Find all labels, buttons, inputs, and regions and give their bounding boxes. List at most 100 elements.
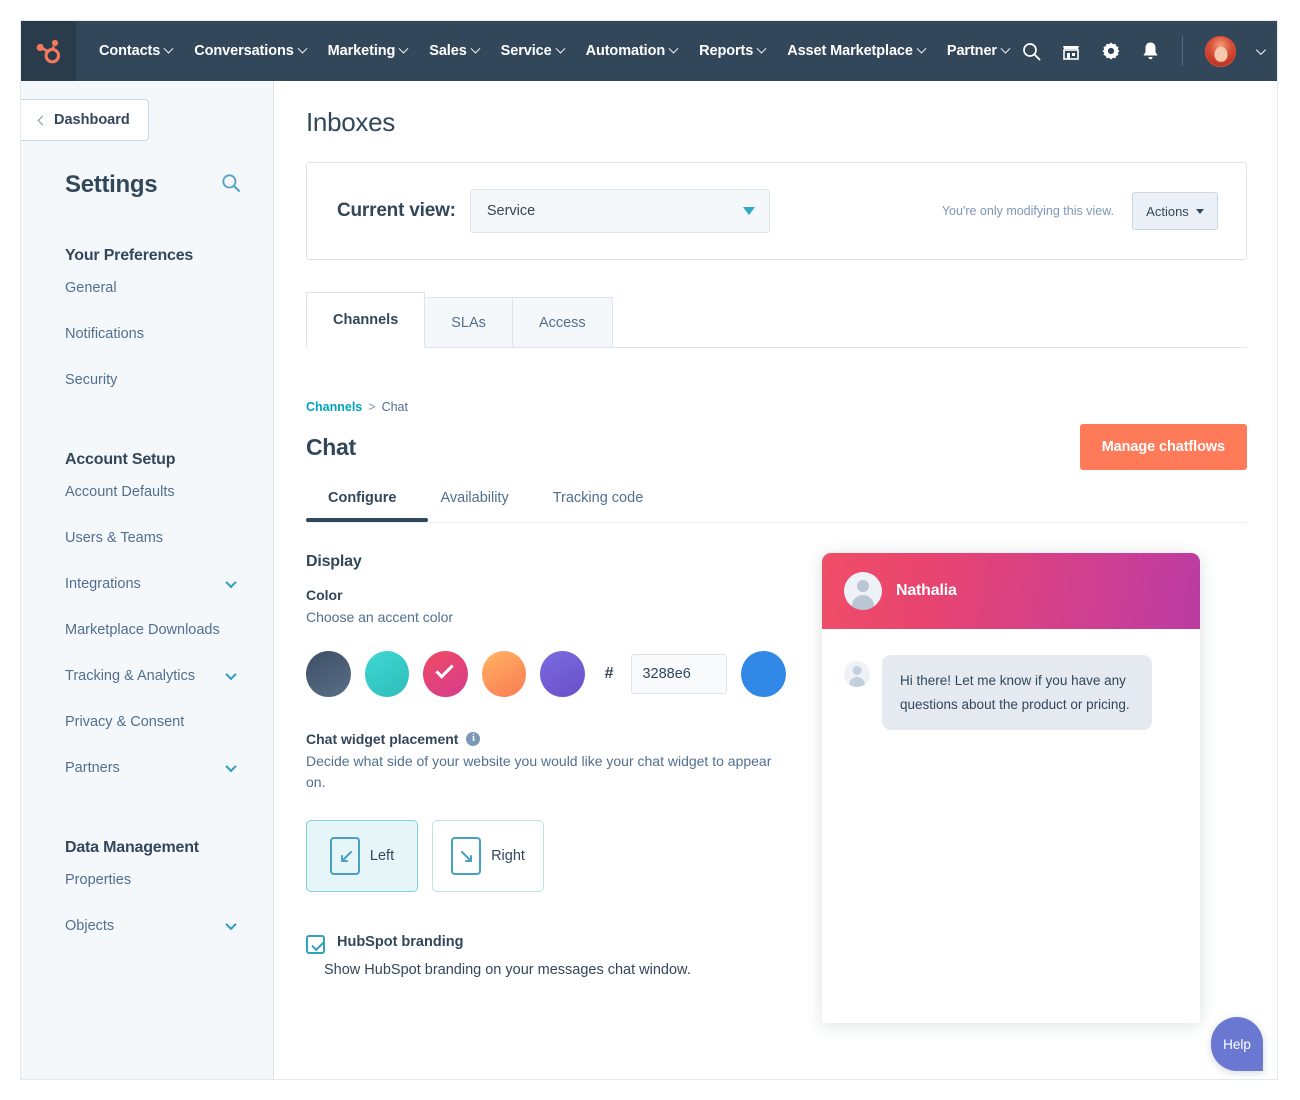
hubspot-branding-description: Show HubSpot branding on your messages c… xyxy=(324,962,786,978)
actions-button[interactable]: Actions xyxy=(1132,192,1218,230)
settings-sidebar: Dashboard Settings Your Preferences Gene… xyxy=(21,81,274,1080)
sidebar-item-general[interactable]: General xyxy=(21,265,273,311)
chat-widget-preview: Nathalia Hi there! Let me know if you ha… xyxy=(822,553,1200,1023)
hex-color-input[interactable] xyxy=(631,654,727,694)
active-tab-underline xyxy=(306,518,428,522)
help-button[interactable]: Help xyxy=(1211,1017,1263,1071)
chevron-down-icon xyxy=(225,919,236,930)
chat-preview-column: Nathalia Hi there! Let me know if you ha… xyxy=(786,553,1247,1023)
marketplace-icon[interactable] xyxy=(1061,41,1081,61)
chevron-down-icon xyxy=(225,761,236,772)
inbox-tabs: Channels SLAs Access xyxy=(306,292,1247,348)
sidebar-item-security[interactable]: Security xyxy=(21,357,273,403)
nav-item-service[interactable]: Service xyxy=(490,43,575,59)
hubspot-branding-row: HubSpot branding xyxy=(306,934,786,954)
tab-slas[interactable]: SLAs xyxy=(424,297,513,347)
sidebar-item-label: Users & Teams xyxy=(65,530,163,546)
sidebar-group-account-setup: Account Setup xyxy=(21,451,273,469)
placement-option-left[interactable]: Left xyxy=(306,820,418,892)
chevron-down-icon xyxy=(1001,43,1011,53)
manage-chatflows-button[interactable]: Manage chatflows xyxy=(1080,424,1247,470)
chevron-down-icon xyxy=(916,43,926,53)
sidebar-item-integrations[interactable]: Integrations xyxy=(21,561,273,607)
nav-item-marketing[interactable]: Marketing xyxy=(317,43,419,59)
nav-item-contacts[interactable]: Contacts xyxy=(88,43,183,59)
chevron-down-icon xyxy=(470,43,480,53)
nav-item-label: Conversations xyxy=(194,43,293,59)
tabs-divider xyxy=(306,522,1247,523)
display-section-title: Display xyxy=(306,553,786,571)
nav-item-asset-marketplace[interactable]: Asset Marketplace xyxy=(776,43,936,59)
modifying-view-note: You're only modifying this view. xyxy=(942,204,1114,218)
sidebar-item-label: Marketplace Downloads xyxy=(65,622,220,638)
top-navigation-bar: Contacts Conversations Marketing Sales S… xyxy=(21,21,1277,81)
placement-option-label: Left xyxy=(370,848,394,864)
sidebar-item-objects[interactable]: Objects xyxy=(21,903,273,949)
sidebar-item-marketplace-downloads[interactable]: Marketplace Downloads xyxy=(21,607,273,653)
tab-label: Configure xyxy=(328,490,396,506)
sidebar-item-label: Account Defaults xyxy=(65,484,175,500)
tab-access[interactable]: Access xyxy=(512,297,613,347)
nav-item-automation[interactable]: Automation xyxy=(575,43,689,59)
info-icon[interactable]: i xyxy=(466,732,480,746)
sidebar-item-tracking-analytics[interactable]: Tracking & Analytics xyxy=(21,653,273,699)
settings-header: Settings xyxy=(21,141,273,199)
breadcrumb-separator: > xyxy=(368,400,375,414)
swatch-current-color xyxy=(741,651,786,697)
sidebar-item-partners[interactable]: Partners xyxy=(21,745,273,791)
search-icon[interactable] xyxy=(221,173,241,198)
swatch-teal[interactable] xyxy=(365,651,410,697)
tab-channels[interactable]: Channels xyxy=(306,292,425,348)
swatch-purple[interactable] xyxy=(540,651,585,697)
tab-tracking-code[interactable]: Tracking code xyxy=(531,490,666,522)
placement-label-text: Chat widget placement xyxy=(306,731,458,747)
placement-option-right[interactable]: Right xyxy=(432,820,544,892)
user-avatar[interactable] xyxy=(1205,36,1236,67)
swatch-pink[interactable] xyxy=(423,651,468,697)
nav-item-partner[interactable]: Partner xyxy=(936,43,1020,59)
settings-gear-icon[interactable] xyxy=(1101,41,1121,61)
nav-item-sales[interactable]: Sales xyxy=(418,43,489,59)
app-window: Contacts Conversations Marketing Sales S… xyxy=(20,20,1278,1080)
configure-content: Display Color Choose an accent color xyxy=(306,553,1247,1023)
sidebar-item-notifications[interactable]: Notifications xyxy=(21,311,273,357)
sidebar-item-account-defaults[interactable]: Account Defaults xyxy=(21,469,273,515)
hubspot-branding-checkbox[interactable] xyxy=(306,935,325,954)
swatch-orange[interactable] xyxy=(482,651,527,697)
sidebar-item-users-teams[interactable]: Users & Teams xyxy=(21,515,273,561)
current-view-select[interactable]: Service xyxy=(470,189,770,233)
top-nav-actions xyxy=(1022,21,1263,81)
sidebar-item-label: Notifications xyxy=(65,326,144,342)
tab-label: Channels xyxy=(333,312,398,328)
chevron-down-icon[interactable] xyxy=(1256,45,1266,55)
chevron-down-icon xyxy=(757,43,767,53)
sidebar-group-data-management: Data Management xyxy=(21,839,273,857)
color-swatch-row: # xyxy=(306,651,786,697)
hubspot-logo[interactable] xyxy=(21,21,76,81)
tab-availability[interactable]: Availability xyxy=(418,490,530,522)
chevron-down-icon xyxy=(743,207,755,215)
nav-divider xyxy=(1182,36,1183,66)
current-view-value: Service xyxy=(487,203,535,219)
chevron-down-icon xyxy=(297,43,307,53)
nav-item-conversations[interactable]: Conversations xyxy=(183,43,316,59)
actions-button-label: Actions xyxy=(1146,204,1189,219)
notifications-bell-icon[interactable] xyxy=(1141,41,1160,61)
swatch-dark-slate[interactable] xyxy=(306,651,351,697)
breadcrumb-channels-link[interactable]: Channels xyxy=(306,400,362,414)
color-label-text: Color xyxy=(306,587,343,603)
chat-heading: Chat xyxy=(306,434,356,461)
color-field-help: Choose an accent color xyxy=(306,607,786,629)
chevron-down-icon xyxy=(399,43,409,53)
sidebar-item-privacy-consent[interactable]: Privacy & Consent xyxy=(21,699,273,745)
current-view-card: Current view: Service You're only modify… xyxy=(306,162,1247,260)
nav-item-reports[interactable]: Reports xyxy=(688,43,776,59)
sidebar-group-your-preferences: Your Preferences xyxy=(21,247,273,265)
back-to-dashboard-button[interactable]: Dashboard xyxy=(21,99,149,141)
sidebar-item-properties[interactable]: Properties xyxy=(21,857,273,903)
search-icon[interactable] xyxy=(1022,42,1041,61)
tab-label: Tracking code xyxy=(553,490,644,506)
message-avatar xyxy=(844,661,870,687)
help-button-label: Help xyxy=(1223,1037,1251,1052)
arrow-down-right-icon xyxy=(451,837,481,875)
